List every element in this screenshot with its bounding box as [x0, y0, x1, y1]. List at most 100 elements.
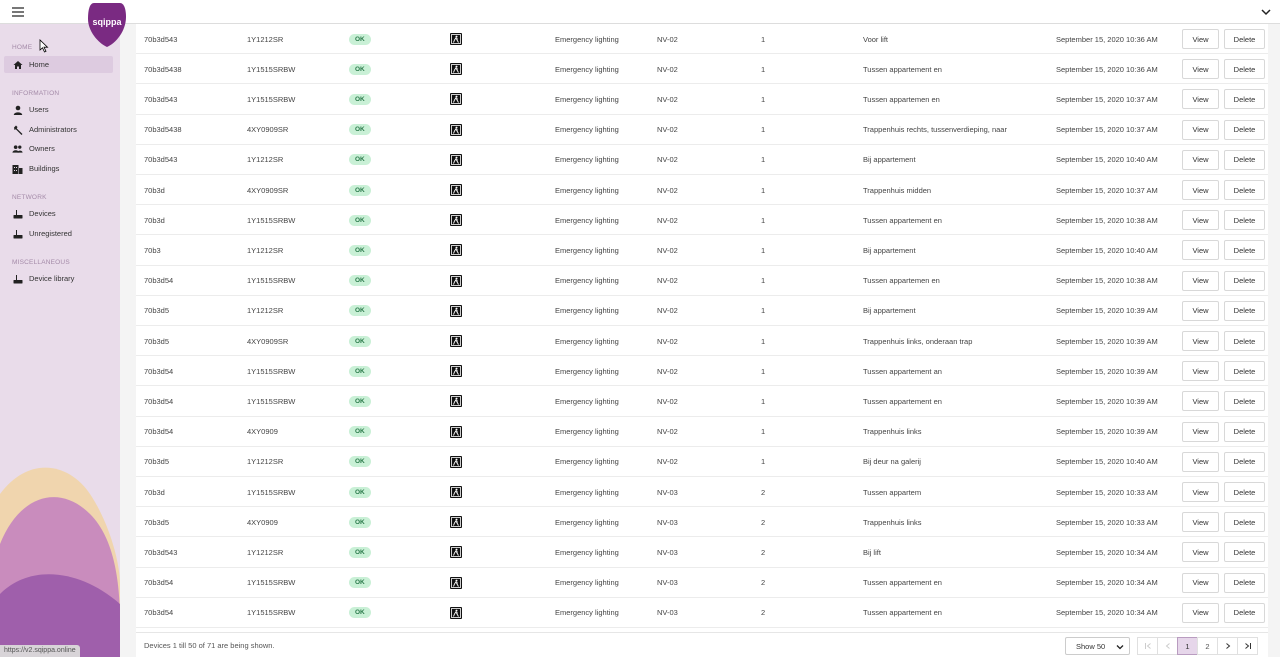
- view-button[interactable]: View: [1182, 512, 1219, 533]
- prev-page-button[interactable]: [1157, 637, 1178, 655]
- delete-button[interactable]: Delete: [1224, 240, 1265, 261]
- device-category: Emergency lighting: [555, 547, 619, 557]
- sidebar-item-devices[interactable]: Devices: [4, 205, 113, 222]
- view-button[interactable]: View: [1182, 59, 1219, 80]
- device-date: September 15, 2020 10:36 AM: [1056, 64, 1158, 74]
- sidebar-item-owners[interactable]: Owners: [4, 140, 113, 157]
- device-date: September 15, 2020 10:40 AM: [1056, 457, 1158, 467]
- device-date: September 15, 2020 10:37 AM: [1056, 94, 1158, 104]
- delete-button[interactable]: Delete: [1224, 149, 1265, 170]
- device-type: 1Y1515SRBW: [247, 215, 296, 225]
- view-button[interactable]: View: [1182, 421, 1219, 442]
- delete-button[interactable]: Delete: [1224, 542, 1265, 563]
- table-row: 70b3d5438 1Y1515SRBW OK Emergency lighting N…: [136, 54, 1268, 85]
- emergency-exit-icon: [450, 395, 462, 408]
- view-button[interactable]: View: [1182, 482, 1219, 502]
- view-button[interactable]: View: [1182, 300, 1219, 321]
- delete-button[interactable]: Delete: [1224, 602, 1265, 623]
- device-type: 4XY0909: [247, 427, 278, 437]
- device-id: 70b3d5: [144, 306, 170, 316]
- table-row: 70b3d543 1Y1212SR OK Emergency lighting NV-0…: [136, 24, 1268, 55]
- delete-button[interactable]: Delete: [1224, 300, 1265, 321]
- sidebar-item-buildings[interactable]: Buildings: [4, 160, 113, 177]
- status-cell: OK: [349, 115, 409, 145]
- device-category: Emergency lighting: [555, 427, 619, 437]
- delete-button[interactable]: Delete: [1224, 119, 1265, 140]
- sidebar-item-users[interactable]: Users: [4, 101, 113, 118]
- status-badge: OK: [349, 546, 371, 558]
- first-page-button[interactable]: [1137, 637, 1158, 655]
- next-page-button[interactable]: [1217, 637, 1238, 655]
- emergency-exit-icon: [450, 516, 462, 529]
- delete-button[interactable]: Delete: [1224, 210, 1265, 231]
- delete-button[interactable]: Delete: [1224, 361, 1265, 382]
- view-button[interactable]: View: [1182, 149, 1219, 170]
- view-button[interactable]: View: [1182, 331, 1219, 351]
- status-badge: OK: [349, 516, 371, 528]
- sidebar-item-administrators[interactable]: Administrators: [4, 121, 113, 138]
- last-page-button[interactable]: [1237, 637, 1258, 655]
- delete-button[interactable]: Delete: [1224, 572, 1265, 593]
- device-description: Bij appartement: [863, 155, 916, 165]
- delete-button[interactable]: Delete: [1224, 391, 1265, 412]
- status-badge: OK: [349, 335, 371, 347]
- device-id: 70b3d543: [144, 94, 178, 104]
- delete-button[interactable]: Delete: [1224, 421, 1265, 442]
- view-button[interactable]: View: [1182, 180, 1219, 200]
- view-button[interactable]: View: [1182, 210, 1219, 231]
- sidebar-item-home[interactable]: Home: [4, 56, 113, 73]
- device-type: 1Y1212SR: [247, 155, 284, 165]
- delete-button[interactable]: Delete: [1224, 512, 1265, 533]
- table-row: 70b3d 1Y1515SRBW OK Emergency lighting NV-02…: [136, 205, 1268, 236]
- device-floor: 2: [761, 487, 766, 497]
- delete-button[interactable]: Delete: [1224, 331, 1265, 351]
- view-button[interactable]: View: [1182, 451, 1219, 472]
- view-button[interactable]: View: [1182, 572, 1219, 593]
- device-date: September 15, 2020 10:33 AM: [1056, 487, 1158, 497]
- status-cell: OK: [349, 266, 409, 296]
- sidebar-item-unregistered[interactable]: Unregistered: [4, 225, 113, 242]
- table-row: 70b3d54 1Y1515SRBW OK Emergency lighting NV-…: [136, 356, 1268, 387]
- sidebar-item-label: Administrators: [29, 125, 77, 134]
- table-row: 70b3d54 1Y1515SRBW OK Emergency lighting NV-…: [136, 386, 1268, 417]
- view-button[interactable]: View: [1182, 29, 1219, 49]
- device-description: Tussen appartemen en: [863, 94, 940, 104]
- delete-button[interactable]: Delete: [1224, 29, 1265, 49]
- delete-button[interactable]: Delete: [1224, 482, 1265, 502]
- page-button-1[interactable]: 1: [1177, 637, 1198, 655]
- device-date: September 15, 2020 10:37 AM: [1056, 125, 1158, 135]
- delete-button[interactable]: Delete: [1224, 270, 1265, 291]
- view-button[interactable]: View: [1182, 240, 1219, 261]
- device-location: NV-03: [657, 517, 678, 527]
- page-size-select[interactable]: Show 50: [1065, 637, 1130, 655]
- device-floor: 1: [761, 366, 766, 376]
- chevron-down-icon[interactable]: [1260, 6, 1272, 18]
- router-icon: [12, 274, 23, 284]
- sqippa-logo[interactable]: sqippa: [88, 3, 126, 47]
- delete-button[interactable]: Delete: [1224, 59, 1265, 80]
- device-category: Emergency lighting: [555, 215, 619, 225]
- page-button-2[interactable]: 2: [1197, 637, 1218, 655]
- view-button[interactable]: View: [1182, 602, 1219, 623]
- view-button[interactable]: View: [1182, 361, 1219, 382]
- view-button[interactable]: View: [1182, 89, 1219, 110]
- device-date: September 15, 2020 10:40 AM: [1056, 155, 1158, 165]
- device-description: Bij appartement: [863, 245, 916, 255]
- hamburger-menu-icon[interactable]: [12, 7, 24, 17]
- view-button[interactable]: View: [1182, 391, 1219, 412]
- status-badge: OK: [349, 244, 371, 256]
- sidebar-item-device-library[interactable]: Device library: [4, 270, 113, 287]
- view-button[interactable]: View: [1182, 270, 1219, 291]
- delete-button[interactable]: Delete: [1224, 180, 1265, 200]
- delete-button[interactable]: Delete: [1224, 89, 1265, 110]
- delete-button[interactable]: Delete: [1224, 451, 1265, 472]
- device-location: NV-03: [657, 578, 678, 588]
- table-footer: Devices 1 till 50 of 71 are being shown.…: [136, 632, 1268, 657]
- device-category: Emergency lighting: [555, 245, 619, 255]
- device-date: September 15, 2020 10:38 AM: [1056, 215, 1158, 225]
- device-id: 70b3d: [144, 215, 165, 225]
- device-type: 1Y1212SR: [247, 245, 284, 255]
- status-cell: OK: [349, 175, 409, 205]
- view-button[interactable]: View: [1182, 542, 1219, 563]
- view-button[interactable]: View: [1182, 119, 1219, 140]
